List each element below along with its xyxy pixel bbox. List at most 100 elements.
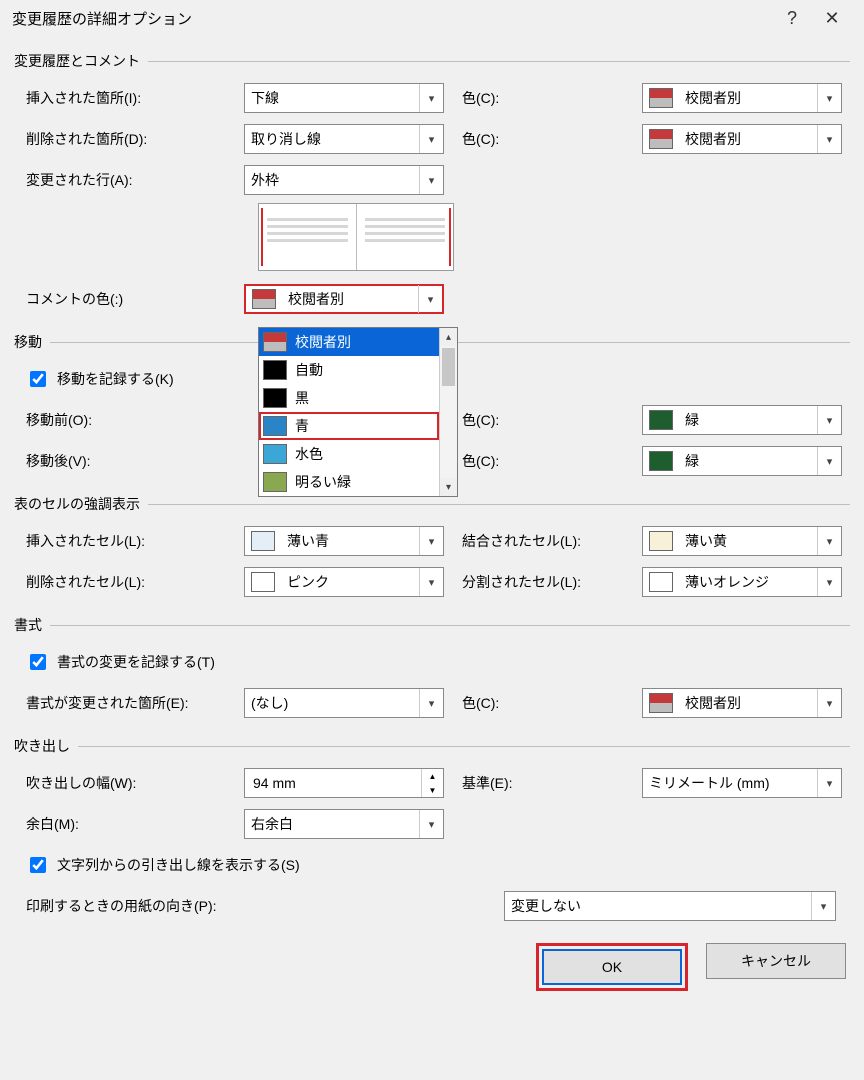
combo-insert[interactable]: 下線 ▾ — [244, 83, 444, 113]
combo-cell-delete[interactable]: ピンク ▾ — [244, 567, 444, 597]
chevron-down-icon[interactable]: ▾ — [419, 568, 443, 596]
combo-margin[interactable]: 右余白 ▾ — [244, 809, 444, 839]
color-swatch-icon — [263, 332, 287, 352]
chevron-down-icon[interactable]: ▾ — [419, 810, 443, 838]
dropdown-scrollbar[interactable]: ▴ ▾ — [439, 328, 457, 496]
label-format-changed: 書式が変更された箇所(E): — [14, 693, 244, 713]
track-move-checkbox[interactable] — [30, 371, 46, 387]
label-format-color: 色(C): — [462, 693, 642, 713]
cancel-button[interactable]: キャンセル — [706, 943, 846, 979]
dropdown-item-auto[interactable]: 自動 — [259, 356, 439, 384]
color-swatch-icon — [649, 410, 673, 430]
label-move-before-color: 色(C): — [462, 410, 642, 430]
checkbox-track-move[interactable]: 移動を記録する(K) — [14, 368, 174, 390]
combo-format-changed[interactable]: (なし) ▾ — [244, 688, 444, 718]
color-swatch-icon — [263, 472, 287, 492]
chevron-down-icon[interactable]: ▾ — [817, 527, 841, 555]
combo-changed-line[interactable]: 外枠 ▾ — [244, 165, 444, 195]
color-swatch-icon — [251, 572, 275, 592]
section-format: 書式 — [0, 609, 864, 635]
color-swatch-icon — [263, 444, 287, 464]
chevron-down-icon[interactable]: ▾ — [419, 125, 443, 153]
chevron-down-icon[interactable]: ▾ — [419, 689, 443, 717]
changed-line-preview — [258, 203, 454, 271]
combo-move-after-color[interactable]: 緑 ▾ — [642, 446, 842, 476]
dialog-footer: OK キャンセル — [0, 933, 864, 991]
label-move-before: 移動前(O): — [14, 410, 244, 430]
combo-comment-color[interactable]: 校閲者別 ▾ — [244, 284, 444, 314]
chevron-down-icon[interactable]: ▾ — [811, 892, 835, 920]
combo-delete[interactable]: 取り消し線 ▾ — [244, 124, 444, 154]
dropdown-item-cyan[interactable]: 水色 — [259, 440, 439, 468]
spinner-balloon-width[interactable]: 94 mm ▲ ▼ — [244, 768, 444, 798]
label-paper-orient: 印刷するときの用紙の向き(P): — [14, 896, 504, 916]
help-button[interactable]: ? — [772, 8, 812, 29]
color-swatch-icon — [252, 289, 276, 309]
track-format-checkbox[interactable] — [30, 654, 46, 670]
section-tracking: 変更履歴とコメント — [0, 45, 864, 71]
combo-cell-merge[interactable]: 薄い黄 ▾ — [642, 526, 842, 556]
show-leader-checkbox[interactable] — [30, 857, 46, 873]
combo-insert-color[interactable]: 校閲者別 ▾ — [642, 83, 842, 113]
combo-format-color[interactable]: 校閲者別 ▾ — [642, 688, 842, 718]
color-swatch-icon — [649, 572, 673, 592]
combo-cell-insert[interactable]: 薄い青 ▾ — [244, 526, 444, 556]
checkbox-track-format[interactable]: 書式の変更を記録する(T) — [14, 651, 215, 673]
combo-move-before-color[interactable]: 緑 ▾ — [642, 405, 842, 435]
section-move-label: 移動 — [14, 332, 42, 352]
dropdown-item-light-green[interactable]: 明るい緑 — [259, 468, 439, 496]
color-swatch-icon — [649, 693, 673, 713]
label-cell-split: 分割されたセル(L): — [462, 572, 642, 592]
chevron-down-icon[interactable]: ▾ — [418, 285, 442, 313]
combo-paper-orient[interactable]: 変更しない ▾ — [504, 891, 836, 921]
comment-color-dropdown[interactable]: 校閲者別 自動 黒 青 水色 明るい緑 ▴ — [258, 327, 458, 497]
label-cell-delete: 削除されたセル(L): — [14, 572, 244, 592]
label-margin: 余白(M): — [14, 814, 244, 834]
chevron-down-icon[interactable]: ▾ — [419, 84, 443, 112]
label-delete-color: 色(C): — [462, 129, 642, 149]
preview-redline-left — [261, 208, 263, 266]
spinner-up-icon[interactable]: ▲ — [422, 769, 443, 783]
scrollbar-thumb[interactable] — [442, 348, 455, 386]
dialog-title: 変更履歴の詳細オプション — [12, 8, 772, 29]
combo-delete-color[interactable]: 校閲者別 ▾ — [642, 124, 842, 154]
color-swatch-icon — [649, 88, 673, 108]
label-insert-color: 色(C): — [462, 88, 642, 108]
spinner-down-icon[interactable]: ▼ — [422, 783, 443, 797]
close-button[interactable]: ✕ — [812, 8, 852, 29]
dropdown-item-by-reviewer[interactable]: 校閲者別 — [259, 328, 439, 356]
chevron-down-icon[interactable]: ▾ — [419, 527, 443, 555]
dialog-track-changes-options: 変更履歴の詳細オプション ? ✕ 変更履歴とコメント 挿入された箇所(I): 下… — [0, 0, 864, 1003]
label-move-after-color: 色(C): — [462, 451, 642, 471]
chevron-down-icon[interactable]: ▾ — [817, 568, 841, 596]
section-tracking-label: 変更履歴とコメント — [14, 51, 140, 71]
preview-redline-right — [449, 208, 451, 266]
chevron-down-icon[interactable]: ▾ — [817, 125, 841, 153]
section-balloon-label: 吹き出し — [14, 736, 70, 756]
label-comment-color: コメントの色(:) — [14, 289, 244, 309]
dropdown-item-black[interactable]: 黒 — [259, 384, 439, 412]
label-insert: 挿入された箇所(I): — [14, 88, 244, 108]
chevron-down-icon[interactable]: ▾ — [817, 406, 841, 434]
checkbox-show-leader[interactable]: 文字列からの引き出し線を表示する(S) — [14, 854, 300, 876]
combo-reference[interactable]: ミリメートル (mm) ▾ — [642, 768, 842, 798]
chevron-down-icon[interactable]: ▾ — [419, 166, 443, 194]
color-swatch-icon — [649, 531, 673, 551]
label-changed-line: 変更された行(A): — [14, 170, 244, 190]
color-swatch-icon — [649, 451, 673, 471]
chevron-down-icon[interactable]: ▾ — [817, 769, 841, 797]
ok-button[interactable]: OK — [542, 949, 682, 985]
chevron-down-icon[interactable]: ▾ — [817, 84, 841, 112]
chevron-down-icon[interactable]: ▾ — [817, 689, 841, 717]
label-cell-merge: 結合されたセル(L): — [462, 531, 642, 551]
dropdown-item-blue[interactable]: 青 — [259, 412, 439, 440]
scroll-down-icon[interactable]: ▾ — [440, 478, 457, 496]
scroll-up-icon[interactable]: ▴ — [440, 328, 457, 346]
color-swatch-icon — [649, 129, 673, 149]
section-table-highlight-label: 表のセルの強調表示 — [14, 494, 140, 514]
label-reference: 基準(E): — [462, 773, 642, 793]
section-balloon: 吹き出し — [0, 730, 864, 756]
chevron-down-icon[interactable]: ▾ — [817, 447, 841, 475]
label-delete: 削除された箇所(D): — [14, 129, 244, 149]
combo-cell-split[interactable]: 薄いオレンジ ▾ — [642, 567, 842, 597]
